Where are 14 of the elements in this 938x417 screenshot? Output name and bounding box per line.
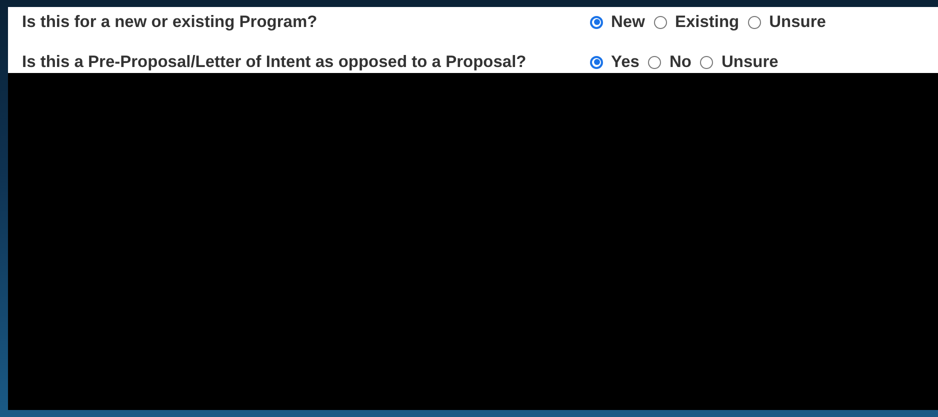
radio-label[interactable]: New <box>611 12 645 32</box>
radio-label[interactable]: Unsure <box>769 12 826 32</box>
radio-button[interactable] <box>748 16 762 28</box>
radio-button[interactable] <box>700 56 714 68</box>
radio-label[interactable]: Yes <box>611 52 640 72</box>
radio-button[interactable] <box>654 16 667 28</box>
radio-button[interactable] <box>590 56 603 68</box>
radio-label[interactable]: Unsure <box>721 52 778 72</box>
question-label: Is this for a new or existing Program? <box>21 12 318 32</box>
radio-button[interactable] <box>648 56 662 68</box>
radio-button[interactable] <box>590 16 603 28</box>
radio-label[interactable]: No <box>669 52 692 72</box>
radio-label[interactable]: Existing <box>674 12 740 32</box>
question-label: Is this a Pre-Proposal/Letter of Intent as opposed to a Proposal? <box>21 52 528 72</box>
